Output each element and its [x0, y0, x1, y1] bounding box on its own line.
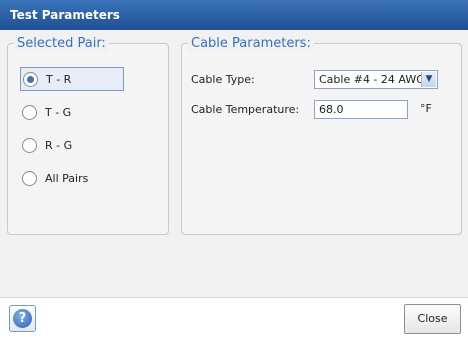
cable-type-select[interactable]: Cable #4 - 24 AWG ▼	[314, 70, 438, 89]
selected-pair-group: Selected Pair: T - R T - G R - G All Pai…	[7, 35, 169, 235]
window-title: Test Parameters	[0, 0, 468, 30]
selected-pair-label: Selected Pair:	[14, 35, 109, 52]
cable-type-value: Cable #4 - 24 AWG	[319, 73, 425, 86]
radio-selected-dot	[27, 75, 34, 83]
pair-option-r-g[interactable]: R - G	[22, 133, 72, 157]
cable-parameters-group: Cable Parameters: Cable Type: Cable #4 -…	[181, 35, 462, 235]
cable-type-label: Cable Type:	[191, 73, 255, 86]
pair-option-t-r[interactable]: T - R	[20, 67, 124, 91]
chevron-down-icon[interactable]: ▼	[421, 72, 436, 87]
dialog-content: Selected Pair: T - R T - G R - G All Pai…	[0, 30, 468, 297]
pair-option-all-pairs[interactable]: All Pairs	[22, 166, 88, 190]
radio-button[interactable]	[22, 170, 37, 186]
cable-temperature-input[interactable]: 68.0	[314, 100, 408, 119]
radio-button[interactable]	[23, 71, 38, 87]
temperature-unit: °F	[420, 102, 432, 115]
pair-option-t-g[interactable]: T - G	[22, 100, 71, 124]
pair-option-label: T - G	[45, 105, 72, 119]
close-button[interactable]: Close	[404, 304, 461, 334]
cable-parameters-label: Cable Parameters:	[188, 35, 314, 52]
footer-bar: ? Close	[0, 297, 468, 337]
help-button[interactable]: ?	[9, 305, 36, 332]
cable-temperature-label: Cable Temperature:	[191, 103, 300, 116]
pair-option-label: T - R	[46, 72, 72, 86]
pair-option-label: All Pairs	[45, 171, 89, 185]
pair-option-label: R - G	[45, 138, 73, 152]
help-icon: ?	[13, 309, 32, 328]
radio-button[interactable]	[22, 104, 37, 120]
radio-button[interactable]	[22, 137, 37, 153]
